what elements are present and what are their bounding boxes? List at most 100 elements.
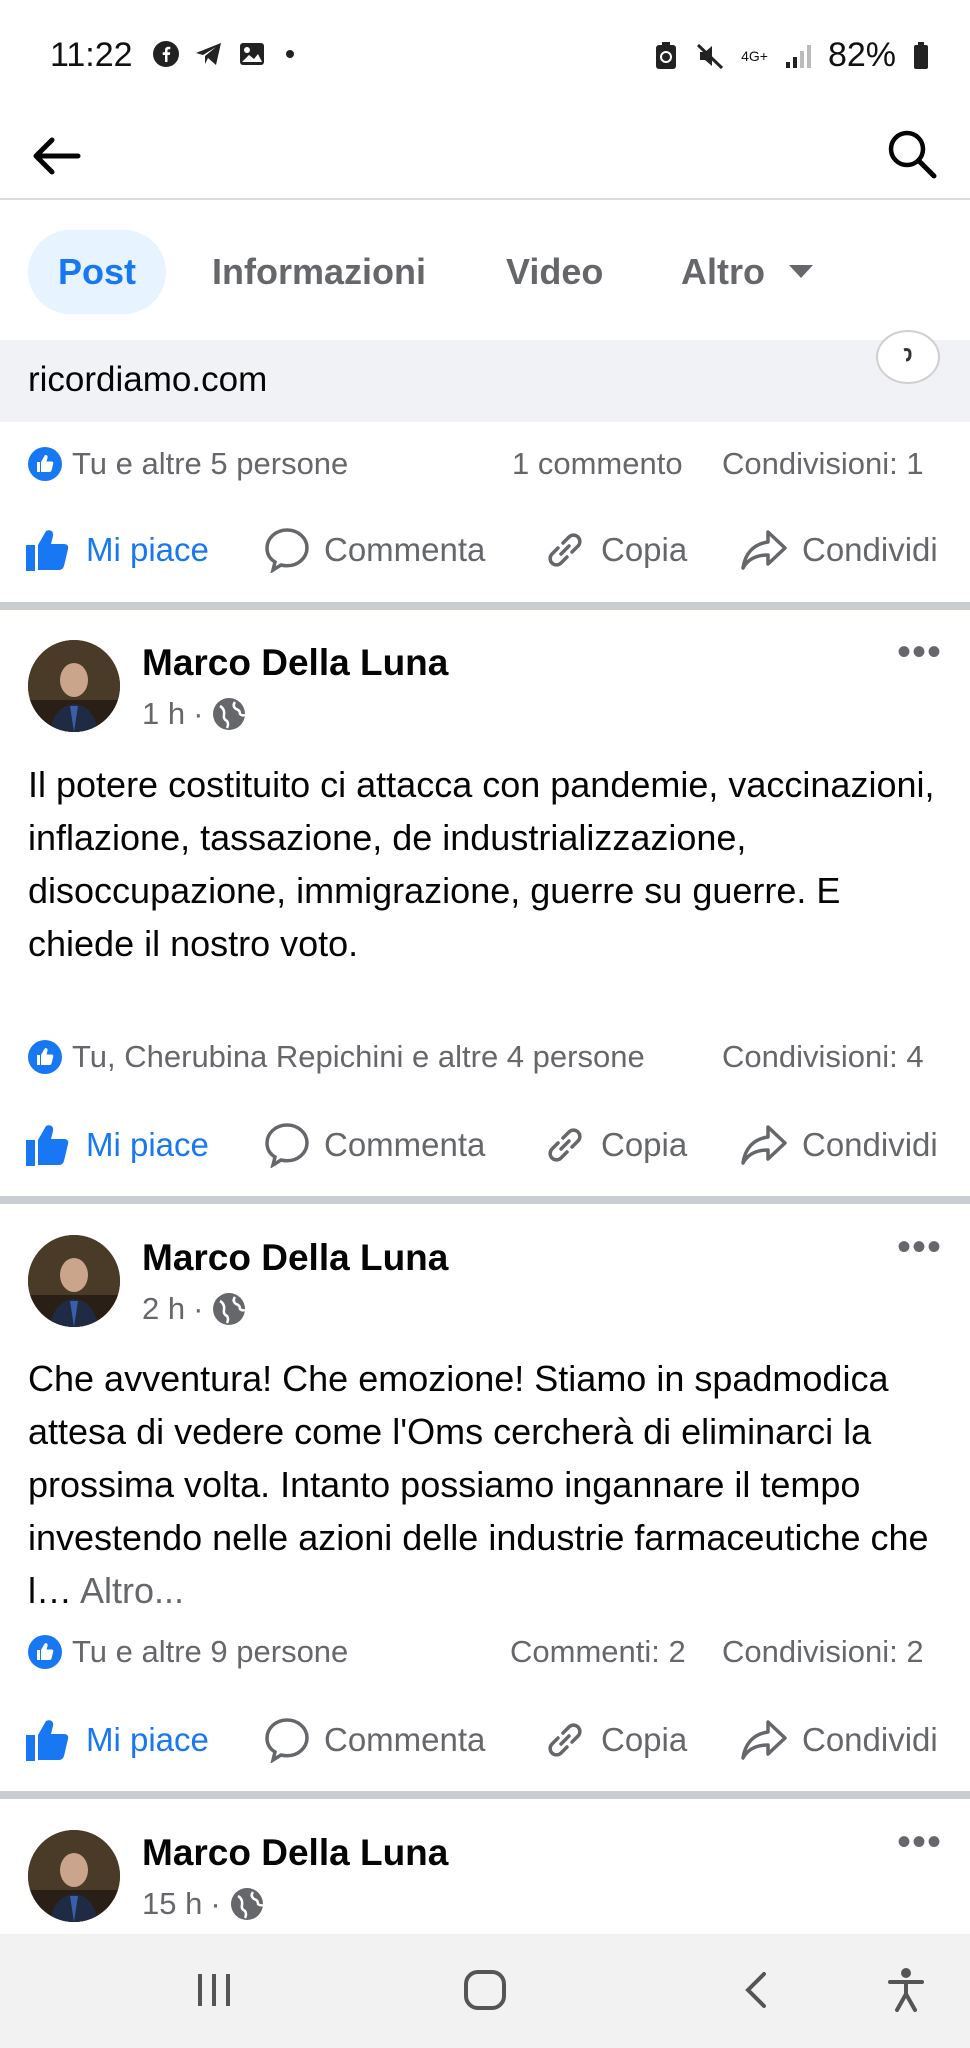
comment-label: Commenta xyxy=(324,531,486,568)
globe-icon xyxy=(213,1293,246,1325)
reactions-text: Tu, Cherubina Repichini e altre 4 person… xyxy=(72,1039,645,1074)
post-actions: Mi piace Commenta Copia Condividi xyxy=(0,505,970,595)
link-icon xyxy=(548,1128,582,1162)
battery-saver-icon xyxy=(656,41,677,69)
post-options-icon[interactable]: ••• xyxy=(897,1225,942,1270)
recent-apps-icon[interactable] xyxy=(192,1970,236,2010)
like-label: Mi piace xyxy=(86,531,209,568)
post-divider xyxy=(0,1196,970,1204)
see-more-link[interactable]: Altro... xyxy=(80,1570,184,1611)
status-time: 11:22 xyxy=(50,36,133,74)
system-nav-bar xyxy=(0,1934,970,2048)
like-label: Mi piace xyxy=(86,1126,209,1163)
post-time: 1 h xyxy=(142,696,186,731)
signal-icon xyxy=(785,44,811,68)
share-label: Condividi xyxy=(802,531,938,568)
gallery-icon xyxy=(240,43,264,65)
copy-label: Copia xyxy=(601,1721,688,1758)
post-author[interactable]: Marco Della Luna xyxy=(142,1832,448,1874)
tab-informazioni[interactable]: Informazioni xyxy=(212,230,426,314)
caret-down-icon xyxy=(789,265,813,278)
tab-video[interactable]: Video xyxy=(506,230,603,314)
post-time: 15 h xyxy=(142,1886,203,1921)
status-bar: 11:22 4G+ 82% xyxy=(0,0,970,110)
search-icon[interactable] xyxy=(884,126,940,182)
globe-icon xyxy=(213,698,246,730)
link-domain: ricordiamo.com xyxy=(28,360,268,399)
shares-count[interactable]: Condivisioni: 1 xyxy=(722,446,924,482)
comment-label: Commenta xyxy=(324,1721,486,1758)
reaction-summary[interactable]: Tu, Cherubina Repichini e altre 4 person… xyxy=(0,1015,970,1105)
telegram-icon xyxy=(196,43,221,65)
thumbs-up-icon xyxy=(26,530,69,571)
copy-label: Copia xyxy=(601,1126,688,1163)
post-actions: Mi piace Commenta Copia Condividi xyxy=(0,1100,970,1190)
like-button[interactable]: Mi piace xyxy=(24,1695,209,1785)
meta-separator: · xyxy=(193,696,204,731)
comments-count[interactable]: Commenti: 2 xyxy=(510,1634,686,1670)
share-button[interactable]: Condividi xyxy=(740,1695,938,1785)
network-type: 4G+ xyxy=(741,47,768,64)
post-divider xyxy=(0,1791,970,1799)
reaction-summary[interactable]: Tu e altre 5 persone 1 commento Condivis… xyxy=(0,422,970,512)
back-arrow-icon[interactable] xyxy=(28,128,84,184)
battery-percent: 82% xyxy=(827,36,896,74)
post-avatar[interactable] xyxy=(28,640,120,732)
post-text: Che avventura! Che emozione! Stiamo in s… xyxy=(28,1352,948,1617)
post-meta: 1 h · xyxy=(142,696,247,732)
share-button[interactable]: Condividi xyxy=(740,1100,938,1190)
comment-button[interactable]: Commenta xyxy=(264,505,485,595)
comments-count[interactable]: 1 commento xyxy=(512,446,683,482)
post-meta: 15 h · xyxy=(142,1886,265,1922)
like-button[interactable]: Mi piace xyxy=(24,1100,209,1190)
accessibility-icon[interactable] xyxy=(886,1966,926,2014)
copy-button[interactable]: Copia xyxy=(543,505,687,595)
post-text: Il potere costituito ci attacca con pand… xyxy=(28,764,935,964)
notification-icons xyxy=(152,40,294,68)
tab-post[interactable]: Post xyxy=(28,230,167,314)
like-button[interactable]: Mi piace xyxy=(24,505,209,595)
share-button[interactable]: Condividi xyxy=(740,505,938,595)
shares-count[interactable]: Condivisioni: 2 xyxy=(722,1634,924,1670)
link-preview[interactable]: ricordiamo.com xyxy=(0,330,970,422)
tab-altro-label: Altro xyxy=(681,251,765,292)
post-avatar[interactable] xyxy=(28,1830,120,1922)
back-nav-icon[interactable] xyxy=(740,1970,770,2010)
post-options-icon[interactable]: ••• xyxy=(897,1820,942,1865)
reactions-text: Tu e altre 9 persone xyxy=(72,1634,349,1669)
copy-button[interactable]: Copia xyxy=(543,1695,687,1785)
copy-button[interactable]: Copia xyxy=(543,1100,687,1190)
thumbs-up-icon xyxy=(26,1125,69,1166)
post-options-icon[interactable]: ••• xyxy=(897,630,942,675)
like-reaction-icon xyxy=(28,447,62,481)
reactions-text: Tu e altre 5 persone xyxy=(72,446,349,481)
comment-icon xyxy=(265,1718,309,1763)
mute-icon xyxy=(697,43,724,69)
shares-count[interactable]: Condivisioni: 4 xyxy=(722,1039,924,1075)
comment-button[interactable]: Commenta xyxy=(264,1695,485,1785)
like-reaction-icon xyxy=(28,1040,62,1074)
comment-icon xyxy=(265,1123,309,1168)
battery-icon xyxy=(914,41,928,69)
link-badge-icon xyxy=(876,330,940,384)
comment-button[interactable]: Commenta xyxy=(264,1100,485,1190)
post-author[interactable]: Marco Della Luna xyxy=(142,642,448,684)
system-icons: 4G+ 82% xyxy=(653,36,930,75)
tab-altro[interactable]: Altro xyxy=(681,230,813,314)
home-icon[interactable] xyxy=(462,1968,508,2012)
link-icon xyxy=(548,1723,582,1757)
more-notifications-dot xyxy=(286,50,294,58)
top-bar xyxy=(0,110,970,200)
post-time: 2 h xyxy=(142,1291,186,1326)
reaction-summary[interactable]: Tu e altre 9 persone Commenti: 2 Condivi… xyxy=(0,1610,970,1700)
avatar xyxy=(28,1830,120,1922)
share-icon xyxy=(741,1720,787,1760)
like-reaction-icon xyxy=(28,1635,62,1669)
facebook-icon xyxy=(153,41,179,67)
like-label: Mi piace xyxy=(86,1721,209,1758)
share-label: Condividi xyxy=(802,1721,938,1758)
post-avatar[interactable] xyxy=(28,1235,120,1327)
share-icon xyxy=(741,1125,787,1165)
comment-label: Commenta xyxy=(324,1126,486,1163)
post-author[interactable]: Marco Della Luna xyxy=(142,1237,448,1279)
